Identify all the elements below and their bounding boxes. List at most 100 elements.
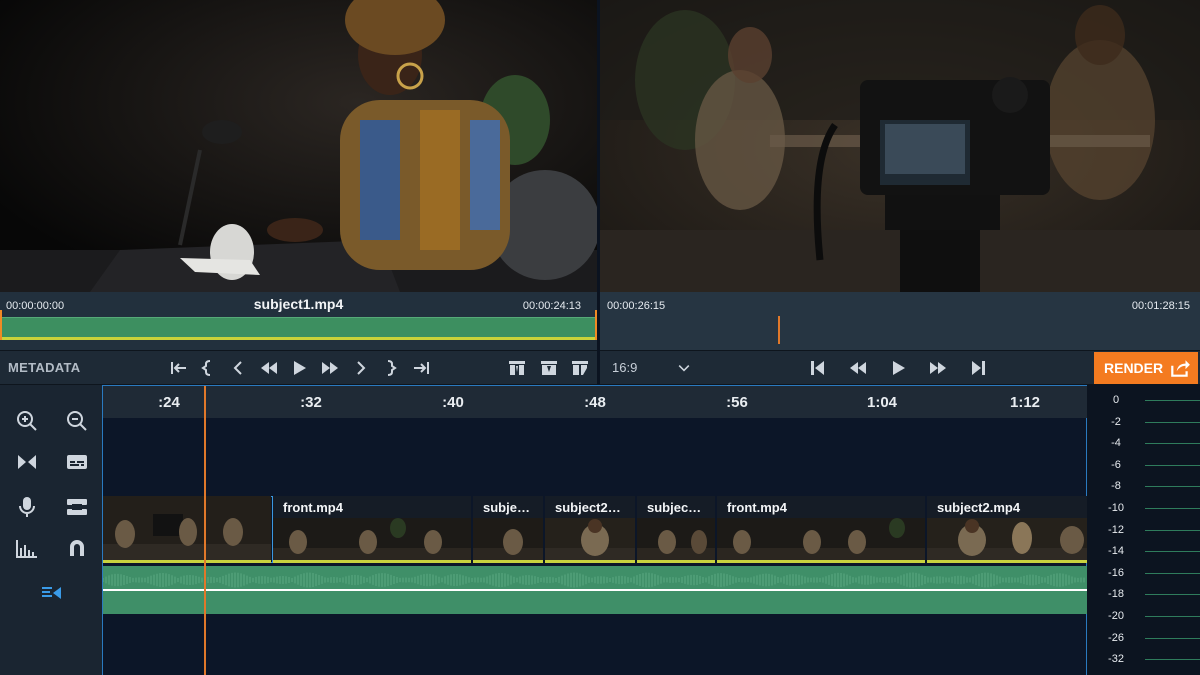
insert-button[interactable] [505,357,529,379]
clip-selection-bar [103,560,271,563]
ruler-tick: 1:04 [866,394,898,411]
meter-label: -20 [1108,610,1124,622]
ruler-tick: :40 [442,394,464,411]
program-fast-forward-button[interactable] [926,357,950,379]
source-selection-bar [0,337,597,340]
meter-gridline [1145,616,1200,617]
render-button[interactable]: RENDER [1094,352,1198,384]
mark-out-handle[interactable] [595,310,597,340]
source-clip-bar[interactable]: 00:00:00:00 subject1.mp4 00:00:24:13 [0,292,597,350]
program-transport-bar: 16:9 RENDER [600,350,1200,385]
meter-label: -2 [1111,416,1121,428]
video-clip[interactable]: subjec… [637,496,717,563]
brace-open-icon [201,360,211,376]
record-voiceover-button[interactable] [12,492,42,522]
magnet-icon [70,540,84,556]
meter-label: -26 [1108,632,1124,644]
meter-gridline [1145,486,1200,487]
program-viewer[interactable] [600,0,1200,292]
program-tc-out: 00:01:28:15 [1131,300,1190,312]
source-play-button[interactable] [287,357,311,379]
fast-forward-button[interactable] [318,357,342,379]
clip-thumbnail [927,518,1087,560]
program-playhead[interactable] [778,316,780,344]
timeline-ruler[interactable]: :24 :32 :40 :48 :56 1:04 1:12 [103,386,1087,418]
go-to-start-button[interactable] [805,357,829,379]
source-viewer[interactable] [0,0,597,292]
clip-thumbnail [717,518,925,560]
go-to-out-button[interactable] [409,357,433,379]
audio-volume-line[interactable] [103,589,1087,591]
timeline[interactable]: :24 :32 :40 :48 :56 1:04 1:12 front.mp4 … [103,385,1087,675]
meter-label: -6 [1111,459,1121,471]
meter-gridline [1145,508,1200,509]
rewind-icon [850,362,866,374]
audio-track[interactable] [103,566,1087,614]
mark-in-handle[interactable] [0,310,2,340]
go-to-in-button[interactable] [167,357,191,379]
timeline-tools-panel [0,385,103,675]
mark-in-button[interactable] [196,357,220,379]
clip-thumbnail [545,518,635,560]
audio-levels-button[interactable] [12,533,42,563]
meter-gridline [1145,400,1200,401]
skip-to-start-icon [811,361,824,375]
meter-gridline [1145,638,1200,639]
source-clip-name: subject1.mp4 [253,296,344,312]
zoom-in-button[interactable] [12,406,42,436]
voiceover-track-button[interactable] [37,578,67,608]
chevron-down-icon [678,365,690,372]
microphone-icon [19,497,35,517]
video-clip[interactable]: front.mp4 [717,496,927,563]
fast-forward-icon [322,362,338,374]
ruler-tick: 1:12 [1009,394,1041,411]
video-editor: 00:00:00:00 subject1.mp4 00:00:24:13 00:… [0,0,1200,675]
video-clip[interactable]: subject2.mp4 [927,496,1087,563]
source-range-bar[interactable] [0,317,597,337]
program-tc-in: 00:00:26:15 [607,300,666,312]
mark-out-button[interactable] [378,357,402,379]
ruler-tick: :32 [300,394,322,411]
program-rewind-button[interactable] [846,357,870,379]
aspect-ratio-dropdown[interactable] [672,357,696,379]
meter-gridline [1145,573,1200,574]
overwrite-button[interactable] [537,357,561,379]
aspect-ratio-value[interactable]: 16:9 [612,360,637,375]
meter-label: -32 [1108,653,1124,665]
program-play-button[interactable] [886,357,910,379]
zoom-out-button[interactable] [62,406,92,436]
video-track: front.mp4 subje… subject2… subjec… front… [103,496,1087,563]
subtitles-button[interactable] [62,447,92,477]
meter-gridline [1145,443,1200,444]
meter-label: -18 [1108,588,1124,600]
video-clip[interactable]: front.mp4 [273,496,473,563]
ruler-tick: :56 [726,394,748,411]
track-options-button[interactable] [62,492,92,522]
replace-button[interactable] [568,357,592,379]
meter-label: -10 [1108,502,1124,514]
skip-to-end-icon [972,361,985,375]
clip-name: front.mp4 [283,500,343,515]
audio-track-icon [42,587,61,599]
snap-magnet-button[interactable] [62,533,92,563]
program-clip-bar[interactable]: 00:00:26:15 00:01:28:15 [600,292,1200,350]
ruler-tick: :48 [584,394,606,411]
video-clip[interactable] [103,496,273,563]
go-to-end-button[interactable] [967,357,991,379]
step-back-button[interactable] [226,357,250,379]
timeline-playhead[interactable] [204,386,206,675]
play-icon [294,361,306,375]
meter-gridline [1145,422,1200,423]
video-clip[interactable]: subject2… [545,496,637,563]
clip-name: subjec… [647,500,702,515]
source-tc-out: 00:00:24:13 [522,300,581,312]
rewind-button[interactable] [257,357,281,379]
meter-gridline [1145,551,1200,552]
step-forward-button[interactable] [349,357,373,379]
meter-label: -16 [1108,567,1124,579]
metadata-tab[interactable]: METADATA [8,360,80,375]
split-clip-button[interactable] [12,447,42,477]
video-clip[interactable]: subje… [473,496,545,563]
meter-label: -4 [1111,437,1121,449]
share-export-icon [1171,360,1191,377]
